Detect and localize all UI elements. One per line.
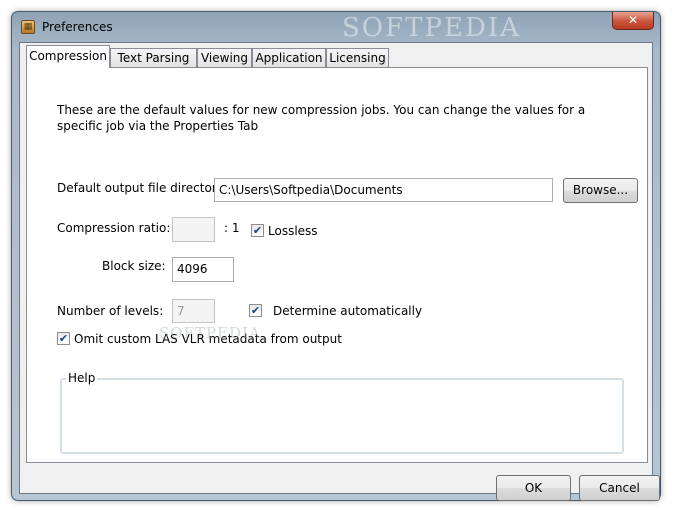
determine-automatically-label: Determine automatically — [273, 304, 423, 318]
window-title: Preferences — [42, 20, 113, 34]
app-icon: ▦ — [21, 20, 35, 34]
help-groupbox: Help — [60, 371, 624, 454]
title-bar[interactable]: ▦ Preferences SOFTPEDIA ✕ — [12, 12, 660, 43]
lossless-checkbox[interactable]: ✔ — [251, 224, 264, 237]
tab-compression[interactable]: Compression — [26, 45, 110, 68]
tab-viewing[interactable]: Viewing — [197, 48, 252, 67]
determine-automatically-checkbox[interactable]: ✔ — [249, 304, 262, 317]
compression-ratio-input[interactable] — [172, 217, 215, 242]
levels-input[interactable]: 7 — [172, 299, 215, 323]
lossless-label: Lossless — [268, 224, 318, 238]
panel-watermark: SOFTPEDIA — [159, 324, 261, 342]
compression-tab-panel: These are the default values for new com… — [26, 67, 648, 463]
cancel-button[interactable]: Cancel — [579, 475, 660, 501]
description-text: These are the default values for new com… — [57, 103, 586, 133]
tab-licensing[interactable]: Licensing — [326, 48, 389, 67]
title-watermark: SOFTPEDIA — [342, 13, 521, 43]
block-size-input[interactable]: 4096 — [172, 257, 234, 282]
compression-ratio-label: Compression ratio: — [57, 221, 171, 235]
levels-label: Number of levels: — [57, 304, 164, 318]
output-dir-input[interactable]: C:\Users\Softpedia\Documents — [214, 178, 553, 202]
output-dir-label: Default output file directory: — [57, 181, 227, 195]
close-button[interactable]: ✕ — [612, 12, 654, 30]
block-size-label: Block size: — [102, 259, 166, 273]
tab-application[interactable]: Application — [252, 48, 326, 67]
ratio-suffix: : 1 — [224, 221, 240, 235]
help-title: Help — [66, 371, 98, 385]
tab-text-parsing[interactable]: Text Parsing — [110, 48, 197, 67]
omit-metadata-checkbox[interactable]: ✔ — [57, 332, 70, 345]
preferences-window: ▦ Preferences SOFTPEDIA ✕ Compression Te… — [11, 11, 661, 501]
dialog-client-area: Compression Text Parsing Viewing Applica… — [19, 42, 660, 501]
browse-button[interactable]: Browse... — [563, 178, 638, 203]
ok-button[interactable]: OK — [496, 475, 571, 501]
